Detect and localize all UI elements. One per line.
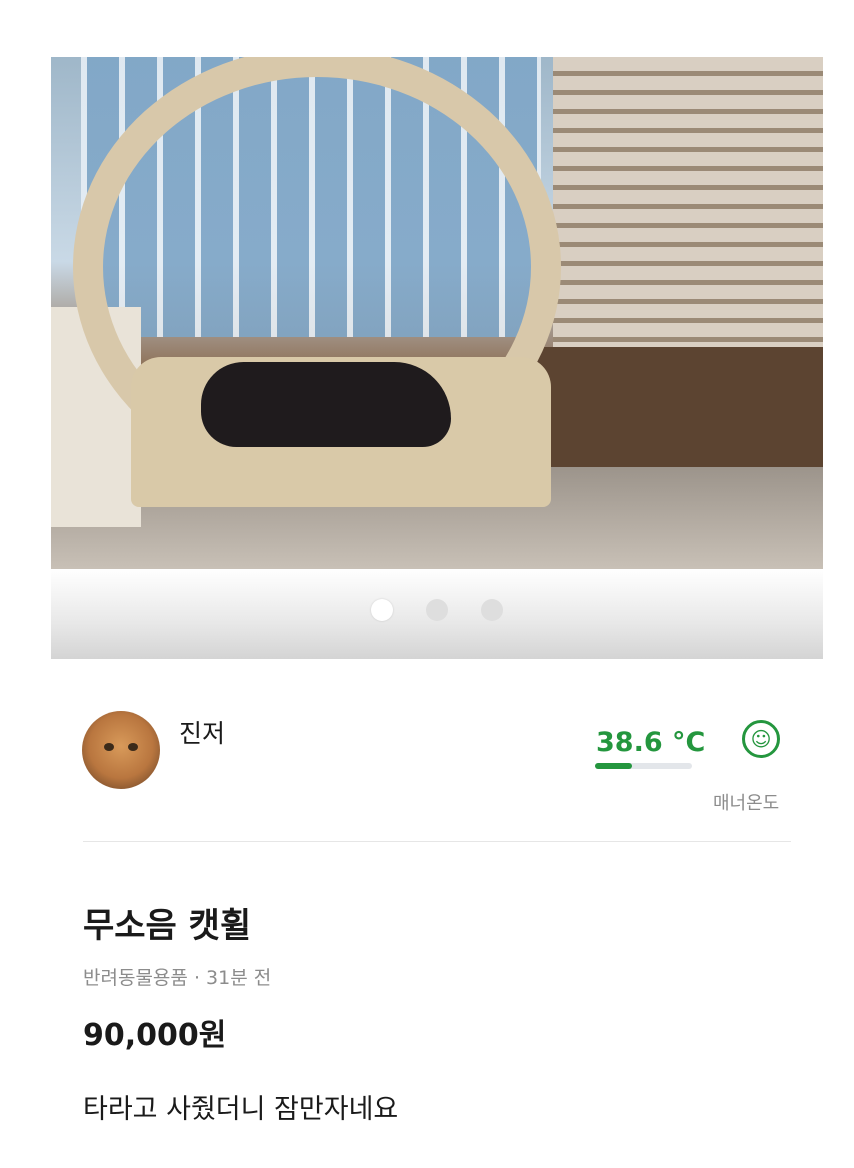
listing-price: 90,000원 (83, 1018, 227, 1053)
divider (83, 841, 791, 842)
time-ago: 31분 전 (206, 967, 272, 989)
category-link[interactable]: 반려동물용품 (83, 967, 188, 989)
temperature-bar-fill (595, 763, 633, 769)
avatar-eye (104, 743, 114, 751)
listing-title: 무소음 캣휠 (83, 906, 252, 946)
carousel-dot-3[interactable] (481, 599, 503, 621)
window-sill (531, 347, 823, 467)
manner-temperature: 38.6 °C (596, 727, 706, 758)
temperature-bar (595, 763, 692, 769)
sleeping-cat (201, 362, 451, 447)
avatar-eye (128, 743, 138, 751)
meta-separator: · (193, 967, 200, 989)
seller-avatar[interactable] (82, 711, 160, 789)
smile-face-icon: ☺ (742, 720, 780, 758)
listing-meta: 반려동물용품 · 31분 전 (83, 963, 271, 990)
product-photo[interactable] (51, 57, 823, 569)
carousel-dot-2[interactable] (426, 599, 448, 621)
carousel-dot-1[interactable] (371, 599, 393, 621)
manner-temperature-label[interactable]: 매너온도 (713, 789, 779, 815)
window-blinds (553, 57, 823, 347)
listing-description: 타라고 사줬더니 잠만자네요 (83, 1094, 399, 1125)
seller-name[interactable]: 진저 (179, 714, 225, 750)
